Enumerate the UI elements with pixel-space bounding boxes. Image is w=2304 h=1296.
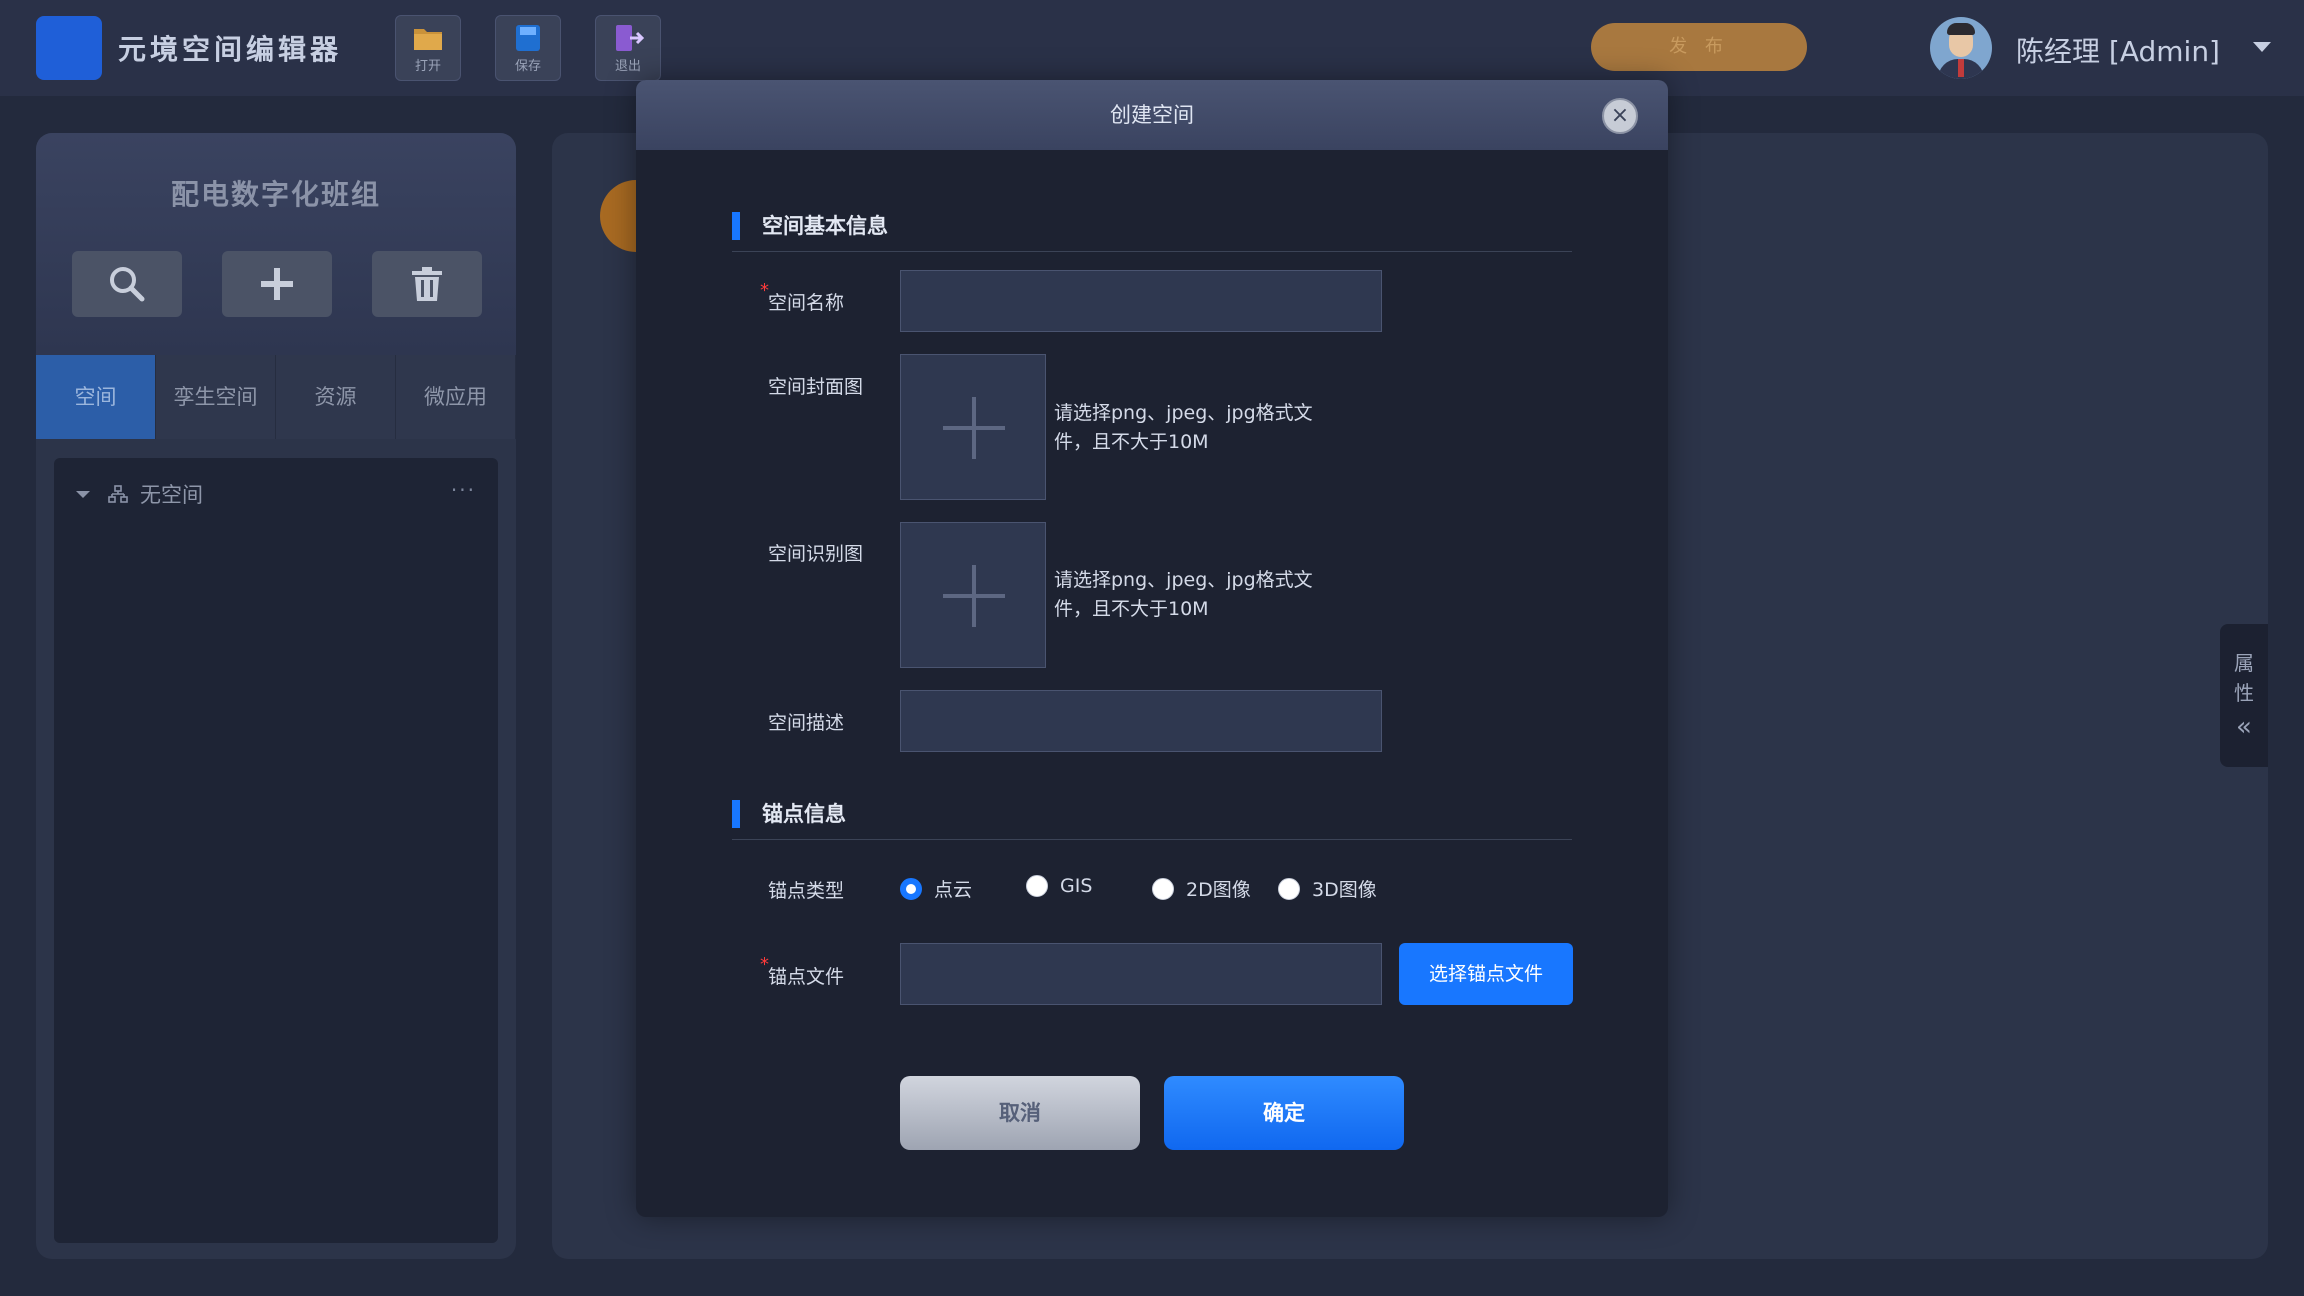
trash-icon [412,267,442,301]
chevron-down-icon[interactable] [2253,42,2271,52]
radio-button[interactable] [1026,875,1048,897]
delete-button[interactable] [372,251,482,317]
properties-tab-char: 属 [2234,651,2254,675]
description-label: 空间描述 [768,712,845,734]
anchor-file-input[interactable] [900,943,1382,1005]
required-mark: * [760,280,769,301]
required-mark: * [760,954,769,975]
section-title: 空间基本信息 [762,214,888,238]
basic-info-section: 空间基本信息 [732,202,1572,252]
more-icon[interactable]: ··· [451,478,476,502]
radio-button[interactable] [1152,877,1174,900]
properties-tab[interactable]: 属 性 « [2220,624,2268,767]
section-title: 锚点信息 [762,802,846,826]
anchor-type-label: 锚点类型 [768,880,845,902]
user-name[interactable]: 陈经理 [Admin] [2016,30,2220,70]
tab-space[interactable]: 空间 [36,355,156,439]
recognition-image-upload[interactable] [900,522,1046,668]
save-button[interactable]: 保存 [495,15,561,81]
anchor-info-section: 锚点信息 [732,790,1572,840]
hierarchy-icon [108,485,128,503]
radio-button[interactable] [900,877,922,900]
folder-icon [414,28,442,50]
dialog-title: 创建空间 [1110,103,1194,127]
section-marker [732,212,740,240]
confirm-button[interactable]: 确定 [1164,1076,1404,1150]
anchor-file-label: * 锚点文件 [760,954,845,988]
exit-icon [616,24,644,51]
cover-image-upload[interactable] [900,354,1046,500]
left-panel-header [36,133,516,355]
search-button[interactable] [72,251,182,317]
create-space-dialog: 创建空间 × 空间基本信息 * 空间名称 空间封面图 请选择png、jpeg、j… [636,80,1668,1217]
save-icon [516,24,540,51]
add-button[interactable] [222,251,332,317]
tree-node-label: 无空间 [140,483,203,507]
description-input[interactable] [900,690,1382,752]
radio-button[interactable] [1278,877,1300,900]
open-button-label: 打开 [414,58,441,74]
recognition-image-label: 空间识别图 [768,543,864,565]
close-icon[interactable]: × [1602,98,1638,134]
anchor-type-2d[interactable]: 2D图像 [1152,875,1251,902]
recognition-image-hint: 请选择png、jpeg、jpg格式文件，且不大于10M [1054,569,1313,620]
tab-resources[interactable]: 资源 [276,355,396,439]
search-icon [110,267,145,302]
exit-button[interactable]: 退出 [595,15,661,81]
save-button-label: 保存 [514,58,541,74]
left-panel: 配电数字化班组 空间 孪生空间 资源 微应用 无空间 ··· [36,133,516,1259]
choose-anchor-file-button[interactable]: 选择锚点文件 [1399,943,1573,1005]
cover-image-label: 空间封面图 [768,376,864,398]
tree-node[interactable]: 无空间 ··· [76,478,476,510]
anchor-type-pointcloud[interactable]: 点云 [900,875,972,902]
double-chevron-left-icon[interactable]: « [2236,712,2252,742]
space-name-input[interactable] [900,270,1382,332]
plus-icon [261,268,293,300]
app-title: 元境空间编辑器 [118,33,343,66]
tab-micro-apps[interactable]: 微应用 [396,355,516,439]
exit-button-label: 退出 [614,58,641,74]
cover-image-hint: 请选择png、jpeg、jpg格式文件，且不大于10M [1054,402,1313,453]
section-marker [732,800,740,828]
cancel-button[interactable]: 取消 [900,1076,1140,1150]
properties-tab-char: 性 [2234,681,2254,705]
space-tree: 无空间 ··· [54,458,498,1243]
sidebar-tabs: 空间 孪生空间 资源 微应用 [36,355,516,439]
publish-button[interactable]: 发 布 [1591,23,1807,71]
user-avatar[interactable] [1930,17,1992,79]
anchor-type-3d[interactable]: 3D图像 [1278,875,1377,902]
space-name-label: * 空间名称 [760,280,845,314]
team-name: 配电数字化班组 [170,178,381,211]
anchor-type-gis[interactable]: GIS [1026,875,1092,897]
open-button[interactable]: 打开 [395,15,461,81]
caret-down-icon[interactable] [76,490,90,498]
tab-twin-space[interactable]: 孪生空间 [156,355,276,439]
app-logo [36,16,102,80]
